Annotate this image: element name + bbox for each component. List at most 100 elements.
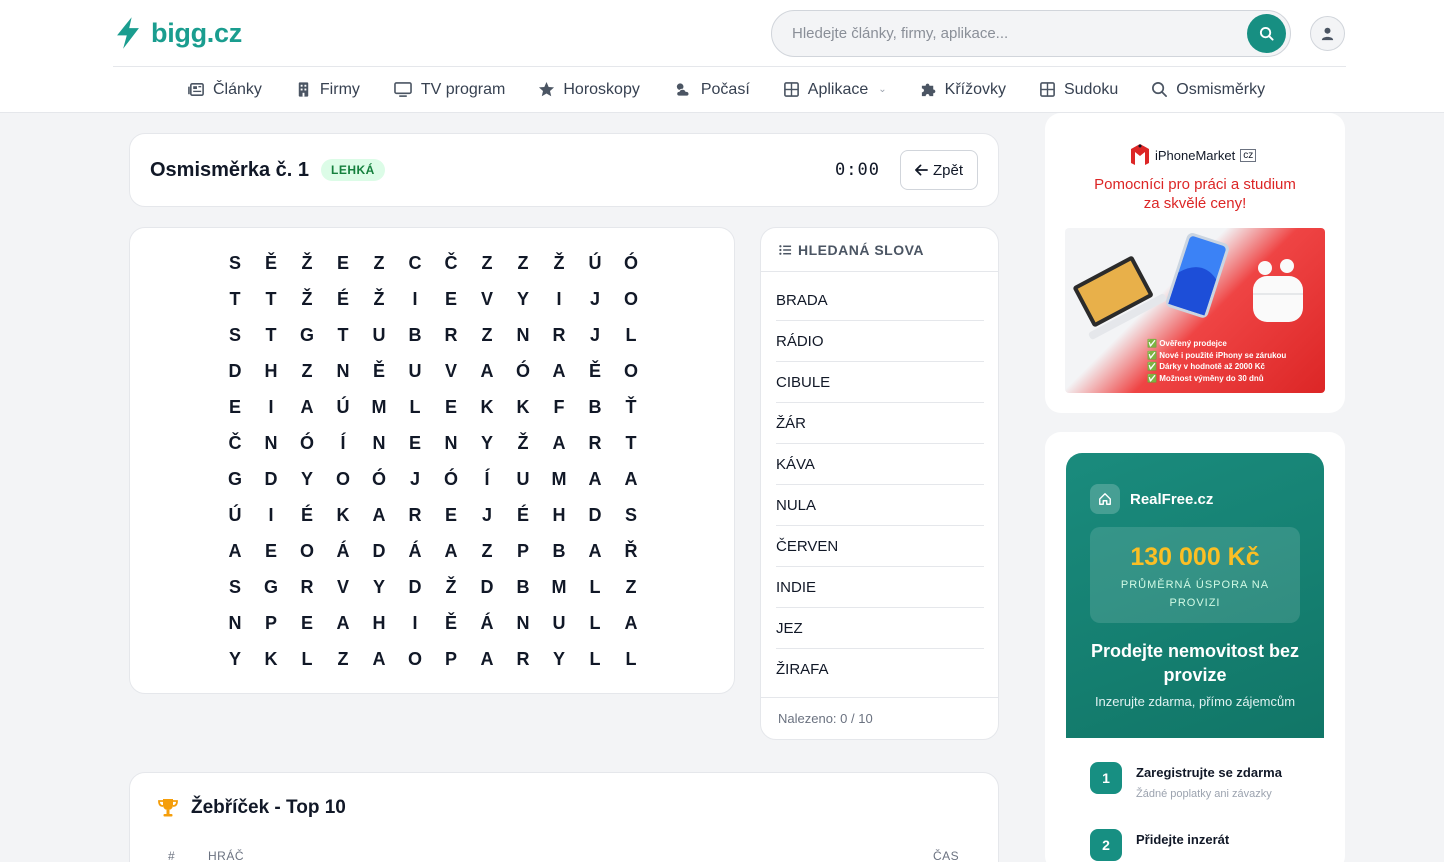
grid-cell[interactable]: Y — [361, 569, 397, 605]
nav-item-firmy[interactable]: Firmy — [295, 81, 360, 99]
grid-cell[interactable]: L — [397, 389, 433, 425]
grid-cell[interactable]: S — [217, 569, 253, 605]
grid-cell[interactable]: A — [289, 389, 325, 425]
grid-cell[interactable]: L — [577, 605, 613, 641]
grid-cell[interactable]: P — [433, 641, 469, 677]
grid-cell[interactable]: O — [613, 353, 649, 389]
grid-cell[interactable]: Á — [469, 605, 505, 641]
grid-cell[interactable]: L — [577, 641, 613, 677]
grid-cell[interactable]: Ř — [613, 533, 649, 569]
grid-cell[interactable]: S — [217, 317, 253, 353]
grid-cell[interactable]: E — [397, 425, 433, 461]
grid-cell[interactable]: R — [289, 569, 325, 605]
grid-cell[interactable]: U — [397, 353, 433, 389]
grid-cell[interactable]: G — [253, 569, 289, 605]
grid-cell[interactable]: U — [541, 605, 577, 641]
grid-cell[interactable]: A — [577, 533, 613, 569]
nav-item-clanky[interactable]: Články — [188, 81, 262, 99]
grid-cell[interactable]: Ó — [613, 245, 649, 281]
grid-cell[interactable]: N — [505, 605, 541, 641]
grid-cell[interactable]: A — [541, 425, 577, 461]
nav-item-osmismerky[interactable]: Osmisměrky — [1151, 81, 1265, 99]
grid-cell[interactable]: Ě — [253, 245, 289, 281]
grid-cell[interactable]: S — [613, 497, 649, 533]
grid-cell[interactable]: R — [433, 317, 469, 353]
grid-cell[interactable]: Z — [289, 353, 325, 389]
grid-cell[interactable]: B — [577, 389, 613, 425]
grid-cell[interactable]: Y — [469, 425, 505, 461]
grid-cell[interactable]: Ž — [289, 245, 325, 281]
grid-cell[interactable]: V — [325, 569, 361, 605]
grid-cell[interactable]: N — [505, 317, 541, 353]
grid-cell[interactable]: T — [253, 281, 289, 317]
grid-cell[interactable]: H — [541, 497, 577, 533]
grid-cell[interactable]: H — [253, 353, 289, 389]
grid-cell[interactable]: Ž — [505, 425, 541, 461]
grid-cell[interactable]: E — [253, 533, 289, 569]
grid-cell[interactable]: A — [469, 353, 505, 389]
grid-cell[interactable]: Ť — [613, 389, 649, 425]
grid-cell[interactable]: O — [325, 461, 361, 497]
grid-cell[interactable]: V — [469, 281, 505, 317]
grid-cell[interactable]: J — [469, 497, 505, 533]
grid-cell[interactable]: A — [361, 641, 397, 677]
nav-item-tv-program[interactable]: TV program — [393, 81, 505, 99]
grid-cell[interactable]: G — [217, 461, 253, 497]
back-button[interactable]: Zpět — [900, 150, 978, 190]
grid-cell[interactable]: A — [613, 461, 649, 497]
grid-cell[interactable]: Ú — [577, 245, 613, 281]
user-button[interactable] — [1310, 16, 1345, 51]
grid-cell[interactable]: Z — [469, 533, 505, 569]
grid-cell[interactable]: U — [361, 317, 397, 353]
grid-cell[interactable]: M — [541, 461, 577, 497]
grid-cell[interactable]: É — [325, 281, 361, 317]
grid-cell[interactable]: Y — [289, 461, 325, 497]
grid-cell[interactable]: O — [613, 281, 649, 317]
grid-cell[interactable]: A — [325, 605, 361, 641]
grid-cell[interactable]: L — [289, 641, 325, 677]
grid-cell[interactable]: S — [217, 245, 253, 281]
grid-cell[interactable]: Ó — [361, 461, 397, 497]
grid-cell[interactable]: E — [433, 281, 469, 317]
grid-cell[interactable]: A — [361, 497, 397, 533]
grid-cell[interactable]: R — [397, 497, 433, 533]
grid-cell[interactable]: Ž — [433, 569, 469, 605]
grid-cell[interactable]: N — [325, 353, 361, 389]
grid-cell[interactable]: P — [505, 533, 541, 569]
grid-cell[interactable]: Z — [325, 641, 361, 677]
grid-cell[interactable]: Í — [469, 461, 505, 497]
grid-cell[interactable]: A — [613, 605, 649, 641]
grid-cell[interactable]: J — [577, 317, 613, 353]
grid-cell[interactable]: I — [253, 497, 289, 533]
grid-cell[interactable]: N — [433, 425, 469, 461]
grid-cell[interactable]: Y — [541, 641, 577, 677]
grid-cell[interactable]: K — [469, 389, 505, 425]
grid-cell[interactable]: Ž — [289, 281, 325, 317]
grid-cell[interactable]: Í — [325, 425, 361, 461]
grid-cell[interactable]: H — [361, 605, 397, 641]
search-button[interactable] — [1247, 14, 1286, 53]
grid-cell[interactable]: A — [469, 641, 505, 677]
nav-item-horoskopy[interactable]: Horoskopy — [538, 81, 640, 99]
grid-cell[interactable]: Ó — [505, 353, 541, 389]
grid-cell[interactable]: E — [433, 497, 469, 533]
grid-cell[interactable]: Ž — [361, 281, 397, 317]
grid-cell[interactable]: O — [289, 533, 325, 569]
grid-cell[interactable]: K — [253, 641, 289, 677]
grid-cell[interactable]: B — [397, 317, 433, 353]
grid-cell[interactable]: Ú — [325, 389, 361, 425]
grid-cell[interactable]: I — [541, 281, 577, 317]
grid-cell[interactable]: E — [289, 605, 325, 641]
grid-cell[interactable]: C — [397, 245, 433, 281]
grid-cell[interactable]: D — [397, 569, 433, 605]
nav-item-sudoku[interactable]: Sudoku — [1039, 81, 1118, 99]
grid-cell[interactable]: Č — [433, 245, 469, 281]
grid-cell[interactable]: K — [505, 389, 541, 425]
grid-cell[interactable]: U — [505, 461, 541, 497]
grid-cell[interactable]: E — [325, 245, 361, 281]
grid-cell[interactable]: N — [217, 605, 253, 641]
grid-cell[interactable]: Z — [505, 245, 541, 281]
grid-cell[interactable]: V — [433, 353, 469, 389]
grid-cell[interactable]: T — [325, 317, 361, 353]
grid-cell[interactable]: O — [397, 641, 433, 677]
